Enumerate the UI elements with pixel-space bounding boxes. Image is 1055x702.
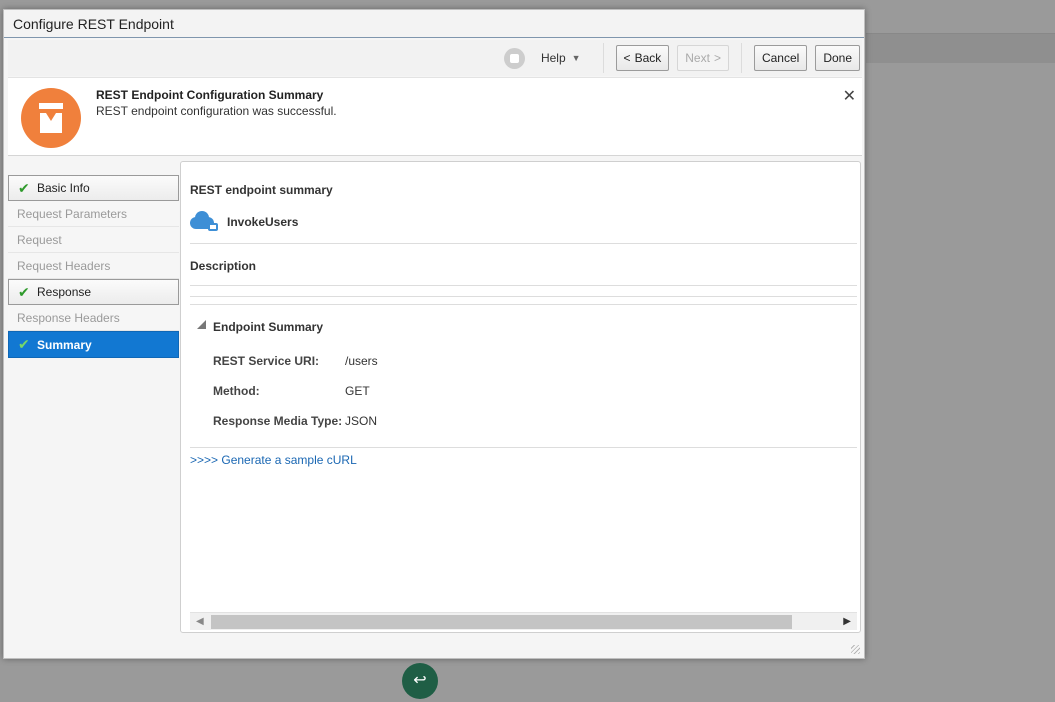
field-key: Method:: [213, 384, 260, 398]
done-button[interactable]: Done: [815, 45, 860, 71]
endpoint-name: InvokeUsers: [227, 215, 299, 229]
chevron-right-icon: >: [713, 51, 721, 65]
nav-item-basic-info[interactable]: ✔ Basic Info: [8, 175, 179, 201]
next-button[interactable]: Next >: [677, 45, 729, 71]
back-label: Back: [634, 51, 662, 65]
divider: [190, 296, 857, 297]
nav-item-label: Response Headers: [17, 310, 120, 325]
summary-panel: REST endpoint summary InvokeUsers Descri…: [180, 161, 861, 633]
resize-grip-icon[interactable]: [851, 645, 860, 654]
nav-item-label: Request: [17, 232, 62, 247]
banner-title: REST Endpoint Configuration Summary: [96, 88, 324, 102]
divider: [8, 155, 862, 156]
field-value: /users: [345, 354, 378, 368]
wizard-nav: ✔ Basic Info Request Parameters Request …: [8, 175, 179, 358]
chevron-left-icon: <: [623, 51, 631, 65]
nav-item-summary[interactable]: ✔ Summary: [8, 331, 179, 358]
check-icon: ✔: [18, 336, 30, 352]
nav-item-response-headers: Response Headers: [8, 305, 179, 331]
divider: [190, 243, 857, 244]
endpoint-summary-label[interactable]: Endpoint Summary: [213, 320, 323, 334]
return-arrow-icon: ↩: [413, 672, 427, 689]
banner-message: REST endpoint configuration was successf…: [96, 104, 337, 118]
summary-heading: REST endpoint summary: [190, 183, 333, 197]
nav-item-request-headers: Request Headers: [8, 253, 179, 279]
summary-banner: REST Endpoint Configuration Summary REST…: [8, 77, 862, 155]
help-menu[interactable]: Help ▼: [533, 51, 591, 65]
generate-curl-link[interactable]: >>>> Generate a sample cURL: [190, 453, 357, 467]
configure-rest-endpoint-dialog: Configure REST Endpoint Help ▼ < Back Ne…: [3, 9, 865, 659]
scroll-left-icon[interactable]: ◀: [196, 616, 204, 627]
field-value: GET: [345, 384, 370, 398]
field-value: JSON: [345, 414, 378, 428]
description-label: Description: [190, 259, 257, 273]
cloud-plug-icon: [190, 210, 218, 232]
nav-item-response[interactable]: ✔ Response: [8, 279, 179, 305]
nav-item-label: Summary: [37, 337, 92, 352]
dialog-title: Configure REST Endpoint: [4, 10, 864, 38]
nav-item-request-parameters: Request Parameters: [8, 201, 179, 227]
graduation-badge-icon: [21, 88, 81, 148]
return-button[interactable]: ↩: [402, 663, 438, 699]
nav-item-request: Request: [8, 227, 179, 253]
divider: [190, 447, 857, 448]
nav-item-label: Request Parameters: [17, 206, 128, 221]
chevron-down-icon: ▼: [571, 53, 581, 63]
help-label: Help: [540, 51, 566, 65]
scrollbar-thumb[interactable]: [211, 615, 792, 629]
field-key: REST Service URI:: [213, 354, 320, 368]
wizard-toolbar: Help ▼ < Back Next > Cancel Done: [8, 40, 862, 76]
collapse-triangle-icon[interactable]: [197, 320, 206, 329]
divider: [190, 304, 857, 305]
user-icon[interactable]: [503, 47, 525, 69]
field-key: Response Media Type:: [213, 414, 343, 428]
scroll-right-icon[interactable]: ▶: [843, 616, 851, 627]
cancel-button[interactable]: Cancel: [753, 45, 808, 71]
back-button[interactable]: < Back: [615, 45, 670, 71]
horizontal-scrollbar[interactable]: ◀ ▶: [190, 612, 857, 630]
nav-item-label: Response: [37, 285, 92, 299]
nav-item-label: Request Headers: [17, 258, 111, 273]
next-label: Next: [685, 51, 710, 65]
toolbar-separator: [740, 43, 742, 73]
check-icon: ✔: [18, 179, 30, 196]
toolbar-separator: [602, 43, 604, 73]
nav-item-label: Basic Info: [37, 181, 90, 195]
close-icon[interactable]: ✕: [843, 86, 856, 106]
divider: [190, 285, 857, 286]
check-icon: ✔: [18, 283, 30, 300]
background-strip: [866, 33, 1055, 63]
